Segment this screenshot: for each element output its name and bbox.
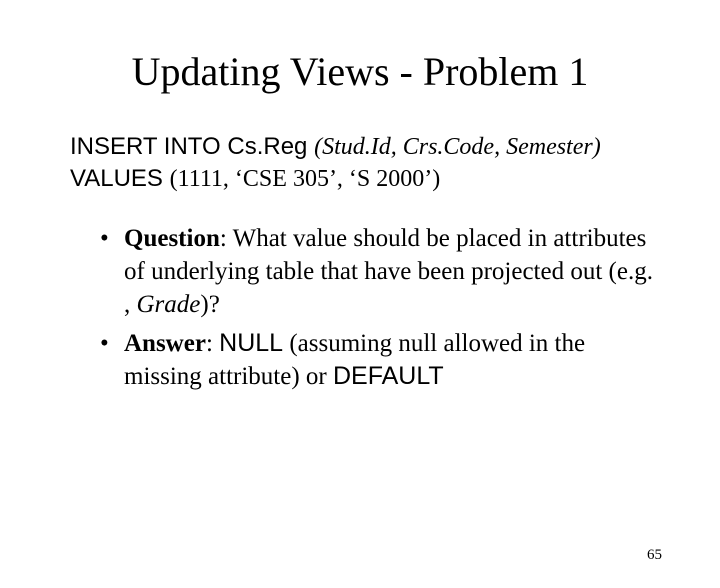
answer-label: Answer <box>124 330 206 357</box>
grade-word: Grade <box>137 291 201 318</box>
answer-bullet: Answer: NULL (assuming null allowed in t… <box>100 327 660 393</box>
null-keyword: NULL <box>219 329 283 357</box>
table-name: Cs.Reg <box>227 133 314 160</box>
sql-line-2: VALUES (1111, ‘CSE 305’, ‘S 2000’) <box>70 163 660 195</box>
question-bullet: Question: What value should be placed in… <box>100 222 660 321</box>
sql-statement: INSERT INTO Cs.Reg (Stud.Id, Crs.Code, S… <box>70 131 660 196</box>
question-label: Question <box>124 225 220 252</box>
bullet-list: Question: What value should be placed in… <box>100 222 660 393</box>
question-text-2: )? <box>200 291 219 318</box>
values-tuple: (1111, ‘CSE 305’, ‘S 2000’) <box>170 166 441 192</box>
slide-title: Updating Views - Problem 1 <box>0 48 720 95</box>
answer-text-1: : <box>206 330 219 357</box>
page-number: 65 <box>647 547 662 564</box>
insert-into-keyword: INSERT INTO <box>70 133 227 160</box>
column-list: (Stud.Id, Crs.Code, Semester) <box>314 134 601 160</box>
sql-line-1: INSERT INTO Cs.Reg (Stud.Id, Crs.Code, S… <box>70 131 660 163</box>
slide: Updating Views - Problem 1 INSERT INTO C… <box>0 48 720 588</box>
default-keyword: DEFAULT <box>333 362 444 390</box>
values-keyword: VALUES <box>70 165 170 192</box>
